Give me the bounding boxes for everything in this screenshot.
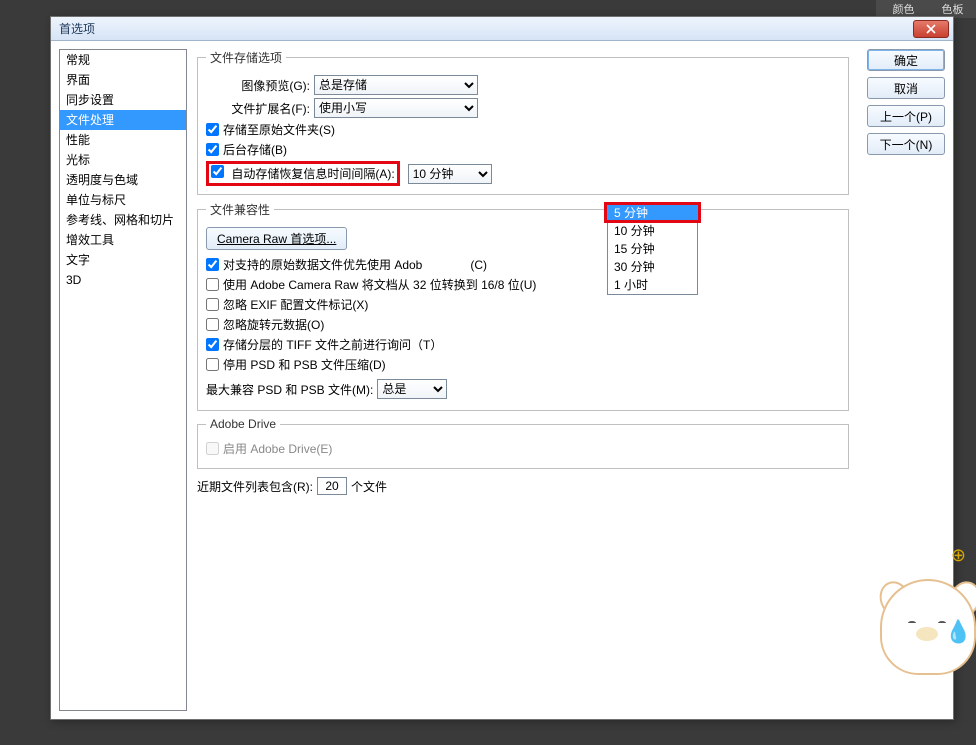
prefer-raw-label: 对支持的原始数据文件优先使用 Adob <box>223 256 422 273</box>
content-panel: 文件存储选项 图像预览(G): 总是存储 文件扩展名(F): 使用小写 存储至原… <box>193 49 853 711</box>
ignore-rot-label: 忽略旋转元数据(O) <box>223 316 324 333</box>
sidebar-item-8[interactable]: 参考线、网格和切片 <box>60 210 186 230</box>
use-raw-1632-label: 使用 Adobe Camera Raw 将文档从 32 位转换到 16/8 位(… <box>223 276 536 293</box>
autosave-interval-combo[interactable]: 10 分钟 <box>408 164 492 184</box>
disable-psd-compress-checkbox[interactable] <box>206 358 219 371</box>
autosave-checkbox[interactable] <box>211 165 224 178</box>
cancel-button[interactable]: 取消 <box>867 77 945 99</box>
enable-drive-label: 启用 Adobe Drive(E) <box>223 440 332 457</box>
save-original-label: 存储至原始文件夹(S) <box>223 121 335 138</box>
enable-drive-checkbox <box>206 442 219 455</box>
disable-psd-compress-label: 停用 PSD 和 PSB 文件压缩(D) <box>223 356 386 373</box>
interval-option-0[interactable]: 5 分钟 <box>608 204 697 222</box>
save-options-legend: 文件存储选项 <box>206 49 286 66</box>
compat-group: 文件兼容性 Camera Raw 首选项... 对支持的原始数据文件优先使用 A… <box>197 201 849 411</box>
save-options-group: 文件存储选项 图像预览(G): 总是存储 文件扩展名(F): 使用小写 存储至原… <box>197 49 849 195</box>
autosave-interval-dropdown[interactable]: 5 分钟10 分钟15 分钟30 分钟1 小时 <box>607 203 698 295</box>
recent-files-row: 近期文件列表包含(R): 个文件 <box>197 477 849 495</box>
interval-option-2[interactable]: 15 分钟 <box>608 240 697 258</box>
next-button[interactable]: 下一个(N) <box>867 133 945 155</box>
panel-tab-color[interactable]: 颜色 <box>880 1 927 17</box>
save-original-checkbox[interactable] <box>206 123 219 136</box>
interval-option-3[interactable]: 30 分钟 <box>608 258 697 276</box>
sidebar-item-9[interactable]: 增效工具 <box>60 230 186 250</box>
autosave-label: 自动存储恢复信息时间间隔(A): <box>231 167 394 181</box>
sidebar-item-11[interactable]: 3D <box>60 270 186 290</box>
max-compat-combo[interactable]: 总是 <box>377 379 447 399</box>
image-preview-label: 图像预览(G): <box>206 77 310 94</box>
adobe-drive-legend: Adobe Drive <box>206 417 280 431</box>
sidebar-item-7[interactable]: 单位与标尺 <box>60 190 186 210</box>
sidebar-item-6[interactable]: 透明度与色域 <box>60 170 186 190</box>
dialog-title: 首选项 <box>59 20 913 37</box>
image-preview-combo[interactable]: 总是存储 <box>314 75 478 95</box>
dialog-button-column: 确定 取消 上一个(P) 下一个(N) <box>859 49 945 711</box>
panel-tab-swatch[interactable]: 色板 <box>929 1 976 17</box>
sidebar-item-2[interactable]: 同步设置 <box>60 90 186 110</box>
recent-files-label-a: 近期文件列表包含(R): <box>197 478 313 495</box>
ignore-rot-checkbox[interactable] <box>206 318 219 331</box>
sidebar-item-3[interactable]: 文件处理 <box>60 110 186 130</box>
sidebar-item-10[interactable]: 文字 <box>60 250 186 270</box>
max-compat-label: 最大兼容 PSD 和 PSB 文件(M): <box>206 381 373 398</box>
sidebar-item-5[interactable]: 光标 <box>60 150 186 170</box>
prev-button[interactable]: 上一个(P) <box>867 105 945 127</box>
compat-legend: 文件兼容性 <box>206 201 274 218</box>
autosave-highlight: 自动存储恢复信息时间间隔(A): <box>206 161 400 186</box>
recent-files-label-b: 个文件 <box>351 478 387 495</box>
ignore-exif-label: 忽略 EXIF 配置文件标记(X) <box>223 296 368 313</box>
preferences-dialog: 首选项 常规界面同步设置文件处理性能光标透明度与色域单位与标尺参考线、网格和切片… <box>50 16 954 720</box>
use-raw-1632-checkbox[interactable] <box>206 278 219 291</box>
file-ext-label: 文件扩展名(F): <box>206 100 310 117</box>
file-ext-combo[interactable]: 使用小写 <box>314 98 478 118</box>
ignore-exif-checkbox[interactable] <box>206 298 219 311</box>
category-list[interactable]: 常规界面同步设置文件处理性能光标透明度与色域单位与标尺参考线、网格和切片增效工具… <box>59 49 187 711</box>
close-icon <box>926 24 936 34</box>
interval-option-1[interactable]: 10 分钟 <box>608 222 697 240</box>
prefer-raw-checkbox[interactable] <box>206 258 219 271</box>
prefer-raw-suffix: (C) <box>470 258 487 272</box>
close-button[interactable] <box>913 20 949 38</box>
bg-save-checkbox[interactable] <box>206 143 219 156</box>
titlebar: 首选项 <box>51 17 953 41</box>
ask-tiff-checkbox[interactable] <box>206 338 219 351</box>
ask-tiff-label: 存储分层的 TIFF 文件之前进行询问（T） <box>223 336 442 353</box>
interval-option-4[interactable]: 1 小时 <box>608 276 697 294</box>
camera-raw-prefs-button[interactable]: Camera Raw 首选项... <box>206 227 347 250</box>
sidebar-item-1[interactable]: 界面 <box>60 70 186 90</box>
recent-files-input[interactable] <box>317 477 347 495</box>
bg-save-label: 后台存储(B) <box>223 141 287 158</box>
sidebar-item-4[interactable]: 性能 <box>60 130 186 150</box>
sidebar-item-0[interactable]: 常规 <box>60 50 186 70</box>
ok-button[interactable]: 确定 <box>867 49 945 71</box>
adobe-drive-group: Adobe Drive 启用 Adobe Drive(E) <box>197 417 849 469</box>
